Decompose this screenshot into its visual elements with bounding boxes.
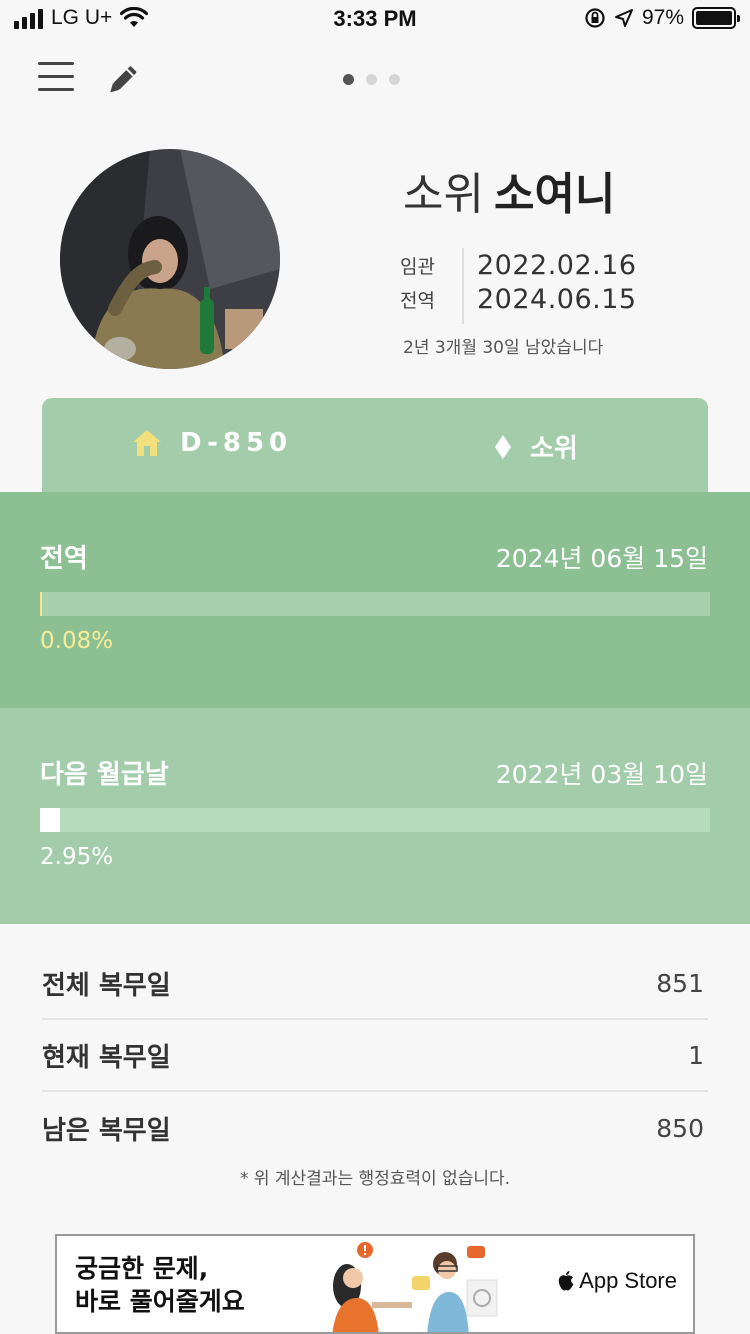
discharge-progress-label: 전역 [40, 544, 88, 574]
discharge-progress-percent: 0.08% [40, 628, 114, 654]
payday-progress-percent: 2.95% [40, 844, 114, 870]
tab-dday[interactable]: D-850 [132, 428, 292, 458]
menu-button[interactable] [38, 62, 74, 96]
hamburger-menu-icon [38, 62, 74, 65]
edit-button[interactable] [104, 62, 140, 98]
rotation-lock-icon [585, 8, 605, 28]
disclaimer: * 위 계산결과는 행정효력이 없습니다. [239, 1169, 511, 1189]
service-stats: 전체 복무일 851 현재 복무일 1 남은 복무일 850 [42, 948, 708, 1164]
discharge-date: 2024.06.15 [477, 283, 637, 315]
app-store-label: App Store [579, 1268, 677, 1293]
profile-name: 소위 소여니 [403, 158, 615, 222]
discharge-progress-bar [40, 592, 710, 616]
page-indicator[interactable] [343, 74, 400, 85]
payday-progress-fill [40, 808, 60, 832]
diamond-icon [495, 434, 511, 459]
tab-rank[interactable]: 소위 [494, 428, 578, 465]
ad-banner[interactable]: 궁금한 문제, 바로 풀어줄게요 App Store [55, 1234, 695, 1334]
payday-progress-label: 다음 월급날 [40, 760, 169, 790]
app-store-badge[interactable]: App Store [557, 1268, 677, 1294]
service-dates: 임관 2022.02.16 전역 2024.06.15 [400, 248, 637, 324]
ad-illustration [332, 1242, 498, 1332]
battery-percent: 97% [641, 6, 684, 29]
stat-row-current: 현재 복무일 1 [42, 1020, 708, 1092]
battery-icon [692, 7, 740, 29]
rank-label: 소위 [403, 169, 484, 220]
summary-tabs: D-850 소위 [42, 398, 708, 493]
remaining-time: 2년 3개월 30일 남았습니다 [403, 338, 604, 358]
ad-headline: 궁금한 문제, 바로 풀어줄게요 [75, 1252, 245, 1318]
pencil-icon [110, 66, 137, 93]
enlist-date: 2022.02.16 [477, 249, 637, 281]
ad-line1: 궁금한 문제, [75, 1254, 209, 1283]
dday-label: D-850 [180, 428, 293, 458]
stat-value: 850 [656, 1113, 704, 1143]
discharge-label: 전역 [400, 289, 435, 312]
page-dot[interactable] [343, 74, 354, 85]
home-icon [133, 430, 161, 456]
stat-row-remaining: 남은 복무일 850 [42, 1092, 708, 1164]
payday-progress-bar [40, 808, 710, 832]
payday-progress-date: 2022년 03월 10일 [495, 760, 708, 789]
rank-tab-label: 소위 [530, 434, 578, 464]
discharge-progress-card: 전역 2024년 06월 15일 0.08% [0, 492, 750, 708]
location-arrow-icon [614, 9, 633, 27]
payday-progress-card: 다음 월급날 2022년 03월 10일 2.95% [0, 708, 750, 924]
ad-line2: 바로 풀어줄게요 [75, 1287, 245, 1316]
discharge-progress-date: 2024년 06월 15일 [495, 544, 708, 573]
stat-value: 851 [656, 968, 704, 998]
discharge-progress-fill [40, 592, 42, 616]
stat-label: 전체 복무일 [42, 970, 171, 1001]
stat-label: 현재 복무일 [42, 1042, 171, 1073]
stat-row-total: 전체 복무일 851 [42, 948, 708, 1020]
enlist-label: 임관 [400, 255, 435, 278]
apple-logo-icon [558, 1271, 574, 1291]
status-bar: LG U+ 3:33 PM 97% [0, 0, 750, 40]
user-name: 소여니 [493, 169, 616, 220]
page-dot[interactable] [389, 74, 400, 85]
page-dot[interactable] [366, 74, 377, 85]
stat-value: 1 [688, 1040, 704, 1070]
stat-label: 남은 복무일 [42, 1115, 171, 1146]
divider [462, 248, 464, 324]
avatar[interactable] [60, 149, 280, 369]
